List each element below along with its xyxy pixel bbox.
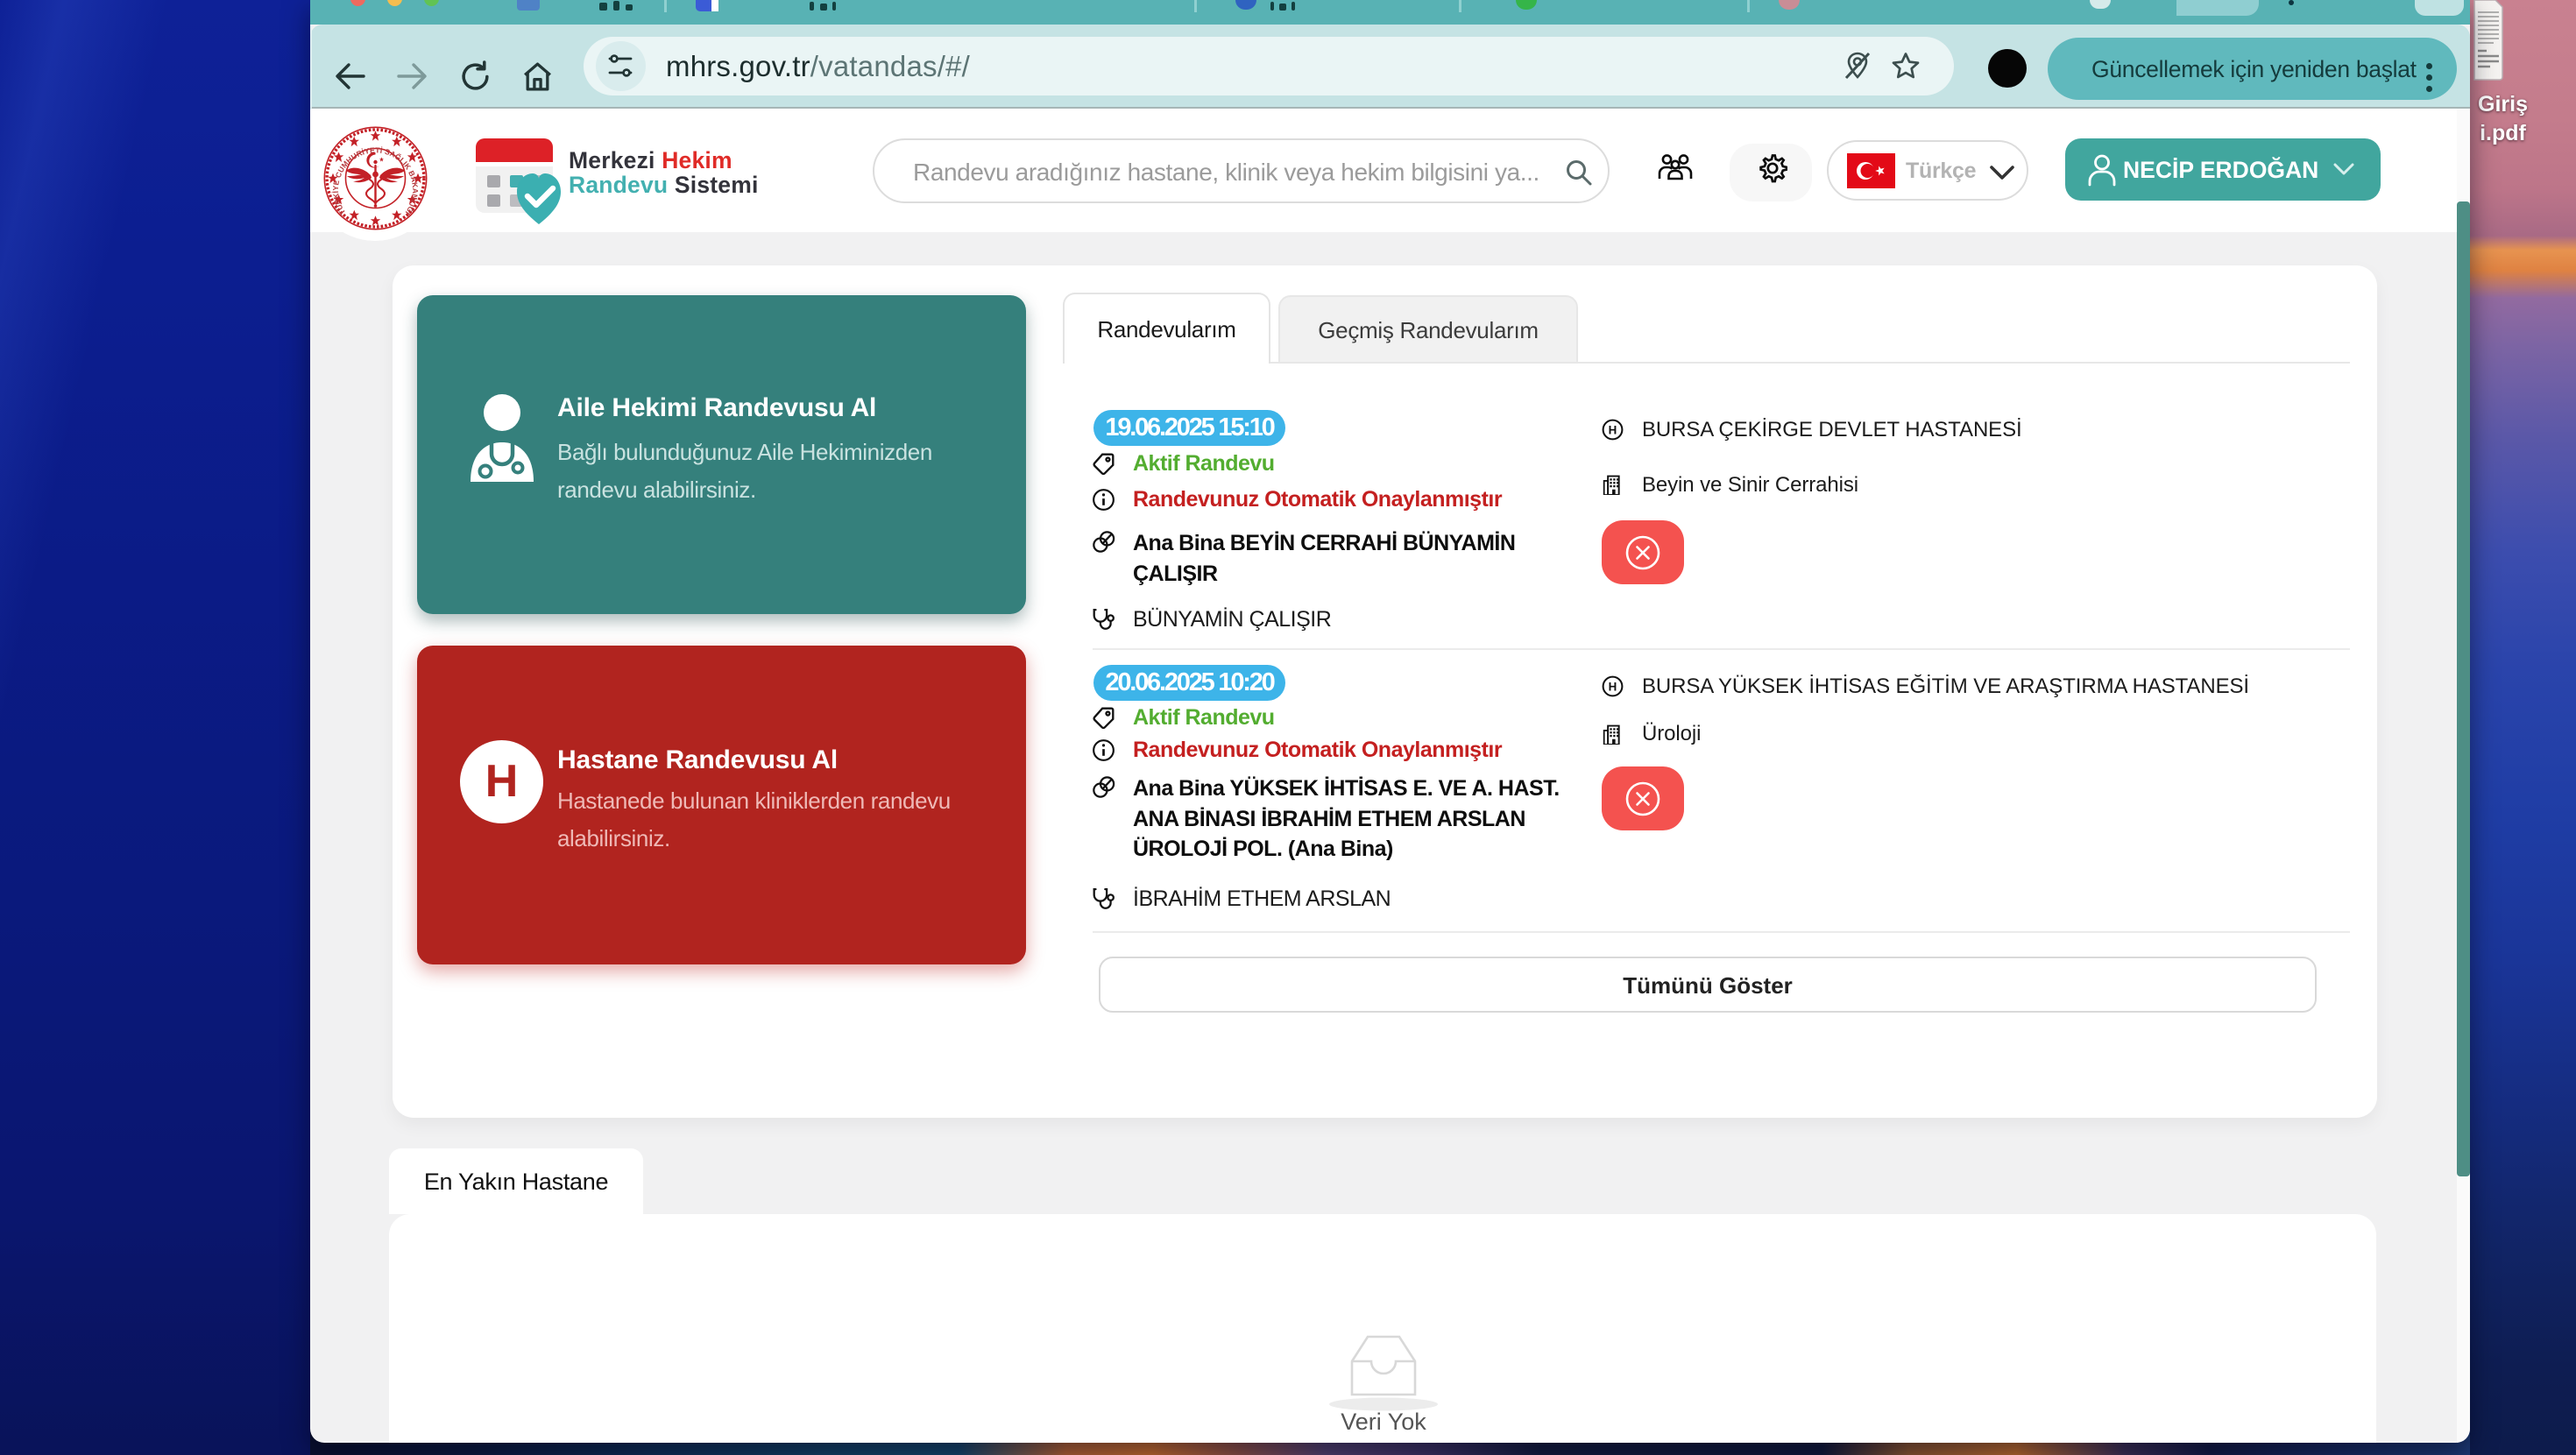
svg-text:H: H — [1609, 423, 1617, 436]
svg-text:H: H — [1609, 680, 1617, 693]
